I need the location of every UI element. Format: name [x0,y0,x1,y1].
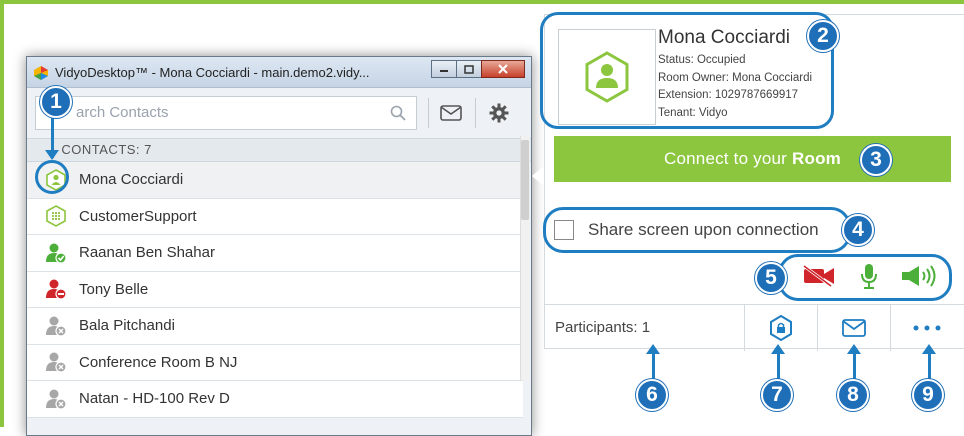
callout-ring-4 [543,207,851,253]
callout-line-7 [777,352,780,382]
connect-label-bold: Room [792,149,841,168]
minimize-button[interactable] [431,60,457,78]
search-placeholder: arch Contacts [76,104,169,121]
offline-user-icon [45,388,67,410]
contact-row[interactable]: Conference Room B NJ [27,345,523,381]
online-user-icon [45,242,67,264]
callout-badge-8: 8 [837,379,869,411]
contact-name: CustomerSupport [79,207,197,225]
settings-button[interactable] [479,96,519,130]
contacts-count-header: MY CONTACTS: 7 [27,138,531,162]
callout-badge-1: 1 [40,86,72,118]
callout-ring-1 [35,160,69,194]
envelope-icon [842,319,866,337]
vidyo-app-icon [34,66,48,80]
room-icon [45,205,67,228]
close-icon [498,64,508,74]
callout-badge-3: 3 [860,144,892,176]
contact-list: Mona Cocciardi CustomerSupport Raanan Be… [27,162,523,418]
callout-arrow-1 [45,150,59,160]
panel-pointer [532,166,544,186]
callout-line-9 [928,352,931,382]
minimize-icon [440,70,448,72]
frame-left-border [0,0,4,427]
search-input[interactable]: arch Contacts [35,96,417,130]
message-button[interactable] [431,96,471,130]
lock-icon [770,315,792,341]
more-dots-icon [913,325,941,331]
close-button[interactable] [481,60,525,78]
offline-user-icon [45,351,67,373]
contacts-header-label: CONTACTS: 7 [61,142,152,157]
participants-count: Participants: 1 [555,319,651,336]
callout-ring-5 [778,254,952,301]
contact-row[interactable]: CustomerSupport [27,199,523,235]
callout-badge-5: 5 [755,262,787,294]
gear-icon [489,103,509,123]
contact-name: Conference Room B NJ [79,353,238,371]
window-title: VidyoDesktop™ - Mona Cocciardi - main.de… [55,65,370,80]
envelope-icon [440,105,462,121]
connect-label: Connect to your [664,149,788,168]
contact-row[interactable]: Tony Belle [27,272,523,308]
search-icon [390,105,406,121]
callout-ring-2 [540,12,834,129]
offline-user-icon [45,315,67,337]
contact-row[interactable]: Raanan Ben Shahar [27,235,523,272]
callout-badge-9: 9 [912,379,944,411]
vidyo-desktop-window: VidyoDesktop™ - Mona Cocciardi - main.de… [26,56,532,436]
contact-name: Tony Belle [79,280,149,298]
contact-row[interactable]: Bala Pitchandi [27,308,523,345]
contact-row[interactable]: Mona Cocciardi [27,162,523,199]
title-bar[interactable]: VidyoDesktop™ - Mona Cocciardi - main.de… [27,57,531,88]
callout-line-6 [652,352,655,382]
callout-badge-4: 4 [842,214,874,246]
contact-name: Bala Pitchandi [79,317,175,335]
toolbar-divider [428,98,429,128]
contact-name: Natan - HD-100 Rev D [79,390,230,408]
contact-row[interactable]: Natan - HD-100 Rev D [27,381,523,418]
maximize-button[interactable] [456,60,482,78]
callout-line-8 [853,352,856,382]
contact-name: Raanan Ben Shahar [79,244,215,262]
contact-name: Mona Cocciardi [79,171,184,189]
callout-badge-7: 7 [761,379,793,411]
panel-footer: Participants: 1 [545,304,964,351]
callout-badge-6: 6 [636,379,668,411]
busy-user-icon [45,278,67,300]
maximize-icon [464,64,474,74]
contacts-toolbar: arch Contacts [27,88,531,138]
frame-top-border [0,0,964,4]
scrollbar-thumb[interactable] [521,140,529,220]
callout-badge-2: 2 [807,20,839,52]
toolbar-divider [475,98,476,128]
